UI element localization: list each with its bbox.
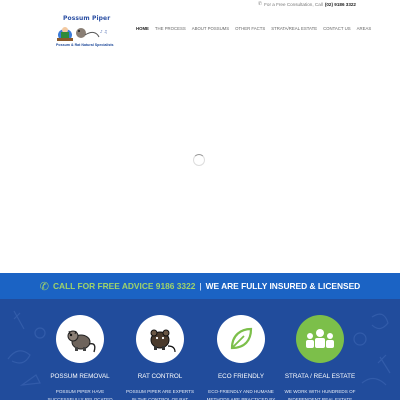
service-possum-removal[interactable]: POSSUM REMOVAL POSSUM PIPER HAVE SUCCESS…	[44, 315, 116, 400]
logo-tagline: Possum & Rat Natural Specialists	[56, 43, 114, 47]
people-group-icon	[306, 329, 334, 348]
service-title: POSSUM REMOVAL	[50, 373, 110, 380]
nav-item-strata-real-estate[interactable]: STRATA/REAL ESTATE	[271, 26, 317, 31]
possum-removal-circle	[56, 315, 104, 363]
main-nav: HOME THE PROCESS ABOUT POSSUMS OTHER FAC…	[136, 26, 371, 31]
leaf-icon	[230, 327, 253, 350]
call-advice-text[interactable]: CALL FOR FREE ADVICE 9186 3322	[53, 281, 195, 291]
consultation-contact[interactable]: ✆ For a Free Consultation, Call (02) 918…	[258, 1, 356, 7]
service-description: WE WORK WITH HUNDREDS OF INDEPENDENT REA…	[284, 389, 356, 400]
phone-icon: ✆	[39, 280, 49, 293]
consultation-phone[interactable]: (02) 9186 3322	[325, 2, 356, 7]
nav-item-about-possums[interactable]: ABOUT POSSUMS	[192, 26, 229, 31]
loading-spinner-icon	[193, 154, 205, 166]
call-banner: ✆ CALL FOR FREE ADVICE 9186 3322 | WE AR…	[0, 273, 400, 299]
nav-item-the-process[interactable]: THE PROCESS	[155, 26, 186, 31]
nav-item-contact-us[interactable]: CONTACT US	[323, 26, 351, 31]
rat-icon	[150, 329, 176, 353]
service-eco-friendly[interactable]: ECO FRIENDLY ECO-FRIENDLY AND HUMANE MET…	[205, 315, 277, 400]
phone-icon: ✆	[257, 1, 263, 7]
consultation-text: For a Free Consultation, Call	[264, 1, 323, 7]
services-section: POSSUM REMOVAL POSSUM PIPER HAVE SUCCESS…	[0, 299, 400, 400]
eco-friendly-circle	[217, 315, 265, 363]
strata-real-estate-circle	[296, 315, 344, 363]
insured-text: WE ARE FULLY INSURED & LICENSED	[205, 281, 361, 291]
service-rat-control[interactable]: RAT CONTROL POSSUM PIPER ARE EXPERTS IN …	[124, 315, 196, 400]
banner-separator: |	[199, 281, 202, 291]
rat-control-circle	[136, 315, 184, 363]
service-description: POSSUM PIPER ARE EXPERTS IN THE CONTROL …	[125, 389, 195, 400]
service-description: POSSUM PIPER HAVE SUCCESSFULLY RELOCATED	[47, 389, 113, 400]
service-title: STRATA / REAL ESTATE	[284, 373, 356, 380]
possum-icon	[67, 330, 96, 353]
site-logo[interactable]: Possum Piper ♪ ♫ Possum & Rat Natural Sp…	[55, 15, 121, 51]
nav-item-home[interactable]: HOME	[136, 26, 149, 31]
service-title: ECO FRIENDLY	[217, 373, 265, 380]
svg-text:♪ ♫: ♪ ♫	[100, 29, 107, 34]
service-strata-real-estate[interactable]: STRATA / REAL ESTATE WE WORK WITH HUNDRE…	[284, 315, 356, 400]
service-title: RAT CONTROL	[137, 373, 183, 380]
nav-item-other-facts[interactable]: OTHER FACTS	[235, 26, 265, 31]
service-description: ECO-FRIENDLY AND HUMANE METHODS ARE PRAC…	[206, 389, 276, 400]
nav-item-areas[interactable]: AREAS	[357, 26, 372, 31]
top-bar: ✆ For a Free Consultation, Call (02) 918…	[0, 0, 400, 10]
